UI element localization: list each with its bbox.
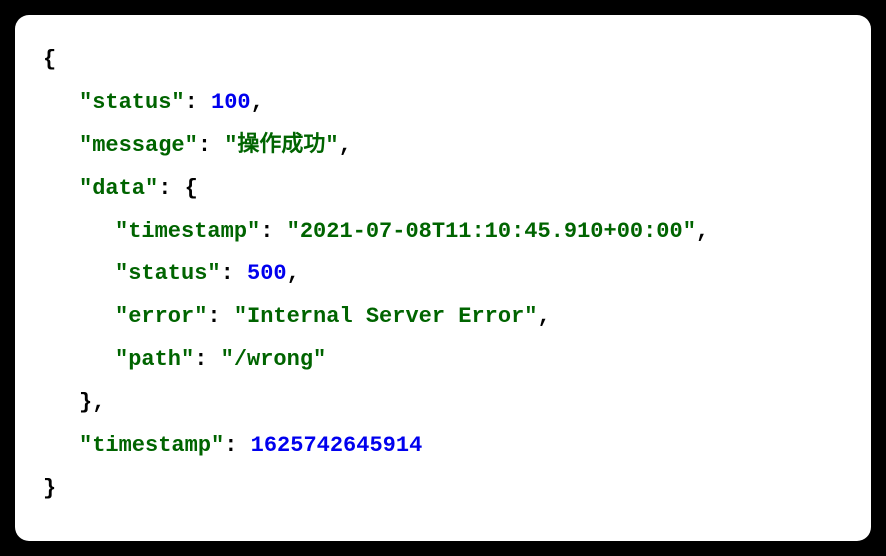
json-code-block: { "status": 100, "message": "操作成功", "dat…	[15, 15, 871, 541]
key-data: "data"	[79, 176, 158, 201]
value-outer-timestamp: 1625742645914	[251, 433, 423, 458]
brace-open: {	[43, 47, 56, 72]
key-inner-status: "status"	[115, 261, 221, 286]
line-inner-status: "status": 500,	[43, 253, 843, 296]
line-open-brace: {	[43, 39, 843, 82]
colon: :	[224, 433, 250, 458]
colon: :	[198, 133, 224, 158]
line-message: "message": "操作成功",	[43, 125, 843, 168]
comma: ,	[696, 219, 709, 244]
comma: ,	[339, 133, 352, 158]
value-inner-timestamp: "2021-07-08T11:10:45.910+00:00"	[287, 219, 696, 244]
colon: :	[185, 90, 211, 115]
line-path: "path": "/wrong"	[43, 339, 843, 382]
colon: :	[158, 176, 184, 201]
colon: :	[194, 347, 220, 372]
comma: ,	[92, 390, 105, 415]
comma: ,	[537, 304, 550, 329]
key-outer-timestamp: "timestamp"	[79, 433, 224, 458]
colon: :	[260, 219, 286, 244]
brace-open: {	[185, 176, 198, 201]
value-path: "/wrong"	[221, 347, 327, 372]
comma: ,	[251, 90, 264, 115]
key-error: "error"	[115, 304, 207, 329]
brace-close: }	[79, 390, 92, 415]
key-status: "status"	[79, 90, 185, 115]
line-close-brace: }	[43, 468, 843, 511]
colon: :	[207, 304, 233, 329]
line-error: "error": "Internal Server Error",	[43, 296, 843, 339]
value-error: "Internal Server Error"	[234, 304, 538, 329]
value-message: "操作成功"	[224, 133, 338, 158]
key-message: "message"	[79, 133, 198, 158]
brace-close: }	[43, 476, 56, 501]
line-inner-timestamp: "timestamp": "2021-07-08T11:10:45.910+00…	[43, 211, 843, 254]
line-data-close: },	[43, 382, 843, 425]
comma: ,	[287, 261, 300, 286]
line-data-open: "data": {	[43, 168, 843, 211]
value-status: 100	[211, 90, 251, 115]
value-inner-status: 500	[247, 261, 287, 286]
line-status: "status": 100,	[43, 82, 843, 125]
key-path: "path"	[115, 347, 194, 372]
key-inner-timestamp: "timestamp"	[115, 219, 260, 244]
line-outer-timestamp: "timestamp": 1625742645914	[43, 425, 843, 468]
colon: :	[221, 261, 247, 286]
